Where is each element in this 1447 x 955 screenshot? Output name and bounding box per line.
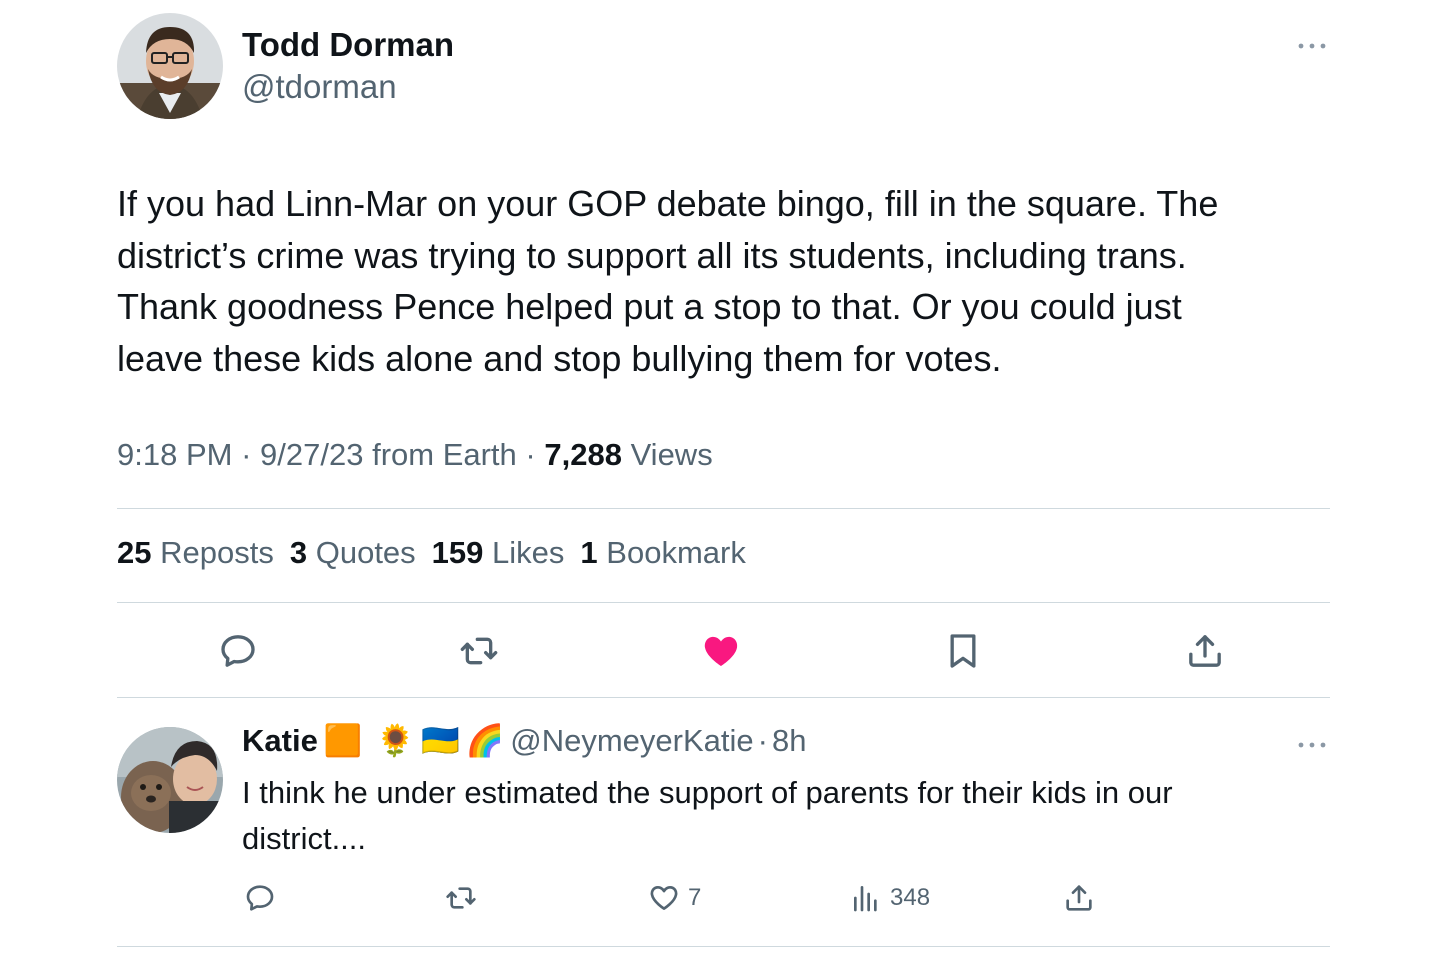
reply-text: I think he under estimated the support o… xyxy=(242,770,1332,862)
bookmarks-stat[interactable]: 1 Bookmark xyxy=(580,535,745,571)
reply-age[interactable]: 8h xyxy=(772,723,806,759)
share-icon xyxy=(1066,885,1092,911)
reply-views-count: 348 xyxy=(890,884,931,911)
likes-stat[interactable]: 159 Likes xyxy=(432,535,565,571)
ukraine-flag-emoji: 🇺🇦 xyxy=(421,723,460,758)
divider xyxy=(117,508,1330,509)
reply-button[interactable] xyxy=(216,629,260,673)
reply-reply-button[interactable] xyxy=(244,882,276,914)
orange-square-emoji: 🟧 xyxy=(323,723,363,758)
reply-repost-button[interactable] xyxy=(445,882,477,914)
reply-share-button[interactable] xyxy=(1063,882,1095,914)
tweet-date[interactable]: 9/27/23 xyxy=(260,437,363,472)
reply-author-name[interactable]: Katie xyxy=(242,723,318,759)
reply-text-line: district.... xyxy=(242,821,367,856)
divider xyxy=(117,697,1330,698)
share-icon xyxy=(1189,635,1221,667)
bookmark-button[interactable] xyxy=(941,629,985,673)
author-handle[interactable]: @tdorman xyxy=(242,68,397,106)
heart-outline-icon xyxy=(650,886,678,910)
repost-icon xyxy=(460,637,498,665)
engagement-stats: 25 Reposts 3 Quotes 159 Likes 1 Bookmark xyxy=(117,535,762,571)
divider xyxy=(117,946,1330,947)
views-label: Views xyxy=(630,437,713,472)
like-button[interactable] xyxy=(699,629,743,673)
share-button[interactable] xyxy=(1183,629,1227,673)
tweet-text-line: Thank goodness Pence helped put a stop t… xyxy=(117,286,1182,327)
reply-header: Katie 🟧 🌻 🇺🇦 🌈 @NeymeyerKatie · 8h xyxy=(242,722,806,759)
reply-bubble-icon xyxy=(221,635,255,667)
reply-like-button[interactable]: 7 xyxy=(648,882,701,914)
reply-author-handle[interactable]: @NeymeyerKatie xyxy=(510,723,753,759)
reply-author-avatar[interactable] xyxy=(117,727,223,833)
reply-views-button[interactable]: 348 xyxy=(850,882,930,914)
tweet-source: from Earth xyxy=(372,437,517,472)
tweet-text-line: If you had Linn-Mar on your GOP debate b… xyxy=(117,183,1219,224)
sunflower-emoji: 🌻 xyxy=(376,723,416,758)
repost-icon xyxy=(446,887,476,909)
tweet-text-line: leave these kids alone and stop bullying… xyxy=(117,337,1002,379)
more-options-icon[interactable] xyxy=(1296,38,1328,54)
author-name[interactable]: Todd Dorman xyxy=(242,26,454,64)
repost-button[interactable] xyxy=(457,629,501,673)
quotes-stat[interactable]: 3 Quotes xyxy=(290,535,416,571)
bookmark-icon xyxy=(950,634,976,668)
views-bar-chart-icon xyxy=(854,886,877,912)
views-count: 7,288 xyxy=(544,437,622,472)
tweet-meta: 9:18 PM · 9/27/23 from Earth · 7,288 Vie… xyxy=(117,437,713,472)
tweet-text: If you had Linn-Mar on your GOP debate b… xyxy=(117,178,1317,384)
heart-icon xyxy=(704,636,738,666)
divider xyxy=(117,602,1330,603)
reply-bubble-icon xyxy=(246,885,274,911)
reply-like-count: 7 xyxy=(688,884,702,911)
tweet-text-line: district’s crime was trying to support a… xyxy=(117,234,1187,276)
author-avatar[interactable] xyxy=(117,13,223,119)
reposts-stat[interactable]: 25 Reposts xyxy=(117,535,274,571)
rainbow-emoji: 🌈 xyxy=(465,723,505,758)
tweet-time[interactable]: 9:18 PM xyxy=(117,437,232,472)
separator-dot: · xyxy=(757,722,768,758)
reply-text-line: I think he under estimated the support o… xyxy=(242,775,1173,810)
reply-more-options-icon[interactable] xyxy=(1296,737,1328,753)
